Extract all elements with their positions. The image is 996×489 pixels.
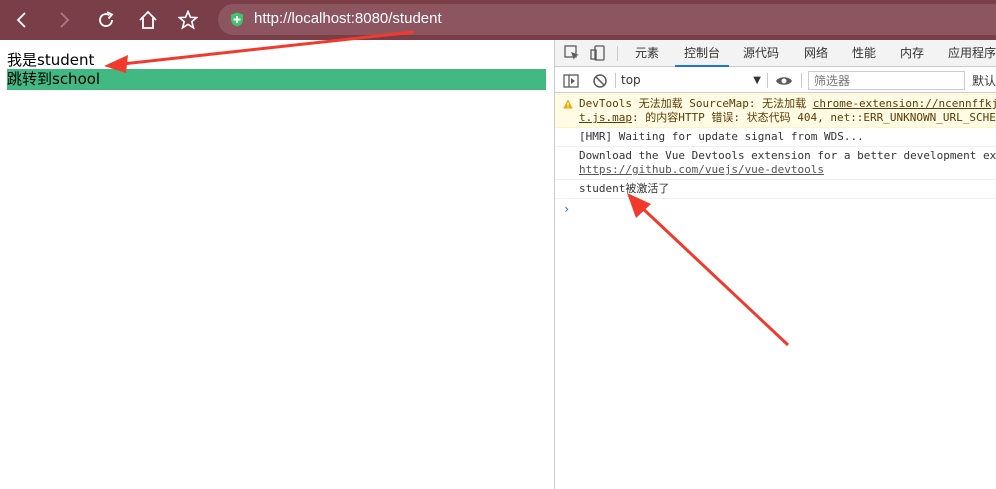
warning-line-1: DevTools 无法加载 SourceMap: 无法加载 chrome-ext… bbox=[579, 97, 996, 111]
bookmark-button[interactable] bbox=[174, 6, 202, 34]
forward-button[interactable] bbox=[50, 6, 78, 34]
device-toolbar-icon[interactable] bbox=[590, 45, 606, 61]
sourcemap-file-link[interactable]: t.js.map bbox=[579, 111, 632, 124]
warning-icon bbox=[563, 99, 573, 109]
tab-network[interactable]: 网络 bbox=[804, 40, 828, 67]
warning-error-text: : 的内容HTTP 错误: 状态代码 404, net::ERR_UNKNOWN… bbox=[631, 111, 996, 124]
browser-toolbar: http://localhost:8080/student bbox=[0, 0, 996, 40]
console-messages: DevTools 无法加载 SourceMap: 无法加载 chrome-ext… bbox=[555, 94, 996, 219]
reload-icon bbox=[99, 11, 114, 27]
url-text: http://localhost:8080/student bbox=[254, 10, 442, 27]
tab-performance[interactable]: 性能 bbox=[852, 40, 876, 67]
tab-console[interactable]: 控制台 bbox=[675, 40, 730, 67]
log-text: student被激活了 bbox=[579, 182, 670, 195]
devtools-tabbar: 元素 控制台 源代码 网络 性能 内存 应用程序 bbox=[555, 40, 996, 67]
context-selector[interactable]: top ▼ bbox=[621, 72, 761, 89]
home-button[interactable] bbox=[134, 6, 162, 34]
tab-elements[interactable]: 元素 bbox=[635, 40, 659, 67]
inspect-element-icon[interactable] bbox=[564, 45, 580, 61]
back-button[interactable] bbox=[8, 6, 36, 34]
home-icon bbox=[139, 10, 157, 29]
back-icon bbox=[16, 12, 26, 28]
toolbar-divider bbox=[767, 73, 768, 88]
context-value: top bbox=[621, 73, 641, 87]
log-levels-dropdown[interactable]: 默认 bbox=[972, 72, 996, 89]
prompt-chevron-icon: › bbox=[563, 202, 571, 216]
log-text: [HMR] Waiting for update signal from WDS… bbox=[579, 130, 864, 143]
school-router-link[interactable]: 跳转到school bbox=[7, 69, 546, 90]
console-log-activated: student被激活了 bbox=[555, 180, 996, 199]
warning-line-2: t.js.map: 的内容HTTP 错误: 状态代码 404, net::ERR… bbox=[579, 111, 996, 125]
page-title: 我是student bbox=[7, 51, 95, 69]
dropdown-arrow-icon: ▼ bbox=[753, 75, 761, 86]
page-viewport: 我是student 跳转到school bbox=[0, 40, 554, 489]
address-bar[interactable]: http://localhost:8080/student bbox=[218, 4, 996, 35]
star-icon bbox=[178, 10, 198, 30]
secure-shield-icon bbox=[231, 12, 243, 27]
console-warning: DevTools 无法加载 SourceMap: 无法加载 chrome-ext… bbox=[555, 94, 996, 128]
console-log-hmr: [HMR] Waiting for update signal from WDS… bbox=[555, 128, 996, 147]
console-log-vue-devtools: Download the Vue Devtools extension for … bbox=[555, 147, 996, 180]
sidebar-toggle-icon[interactable] bbox=[563, 73, 579, 89]
console-filter-input[interactable] bbox=[808, 71, 965, 90]
tab-application[interactable]: 应用程序 bbox=[948, 40, 996, 67]
reload-button[interactable] bbox=[92, 6, 120, 34]
tab-memory[interactable]: 内存 bbox=[900, 40, 924, 67]
devtools-panel: 元素 控制台 源代码 网络 性能 内存 应用程序 top ▼ 默认 DevToo… bbox=[554, 40, 996, 489]
toolbar-divider bbox=[615, 73, 616, 88]
forward-icon bbox=[60, 12, 70, 28]
eye-icon[interactable] bbox=[775, 73, 793, 89]
log-text: Download the Vue Devtools extension for … bbox=[579, 149, 996, 162]
console-prompt[interactable]: › bbox=[555, 199, 996, 219]
warning-text: DevTools 无法加载 SourceMap: 无法加载 bbox=[579, 97, 813, 110]
console-toolbar: top ▼ 默认 bbox=[555, 68, 996, 93]
toolbar-divider bbox=[617, 46, 618, 61]
sourcemap-link[interactable]: chrome-extension://ncennffkjdiamlpmcbajk… bbox=[813, 97, 996, 110]
clear-console-icon[interactable] bbox=[592, 73, 608, 89]
vue-devtools-link[interactable]: https://github.com/vuejs/vue-devtools bbox=[579, 163, 824, 176]
toolbar-divider bbox=[801, 73, 802, 88]
tab-sources[interactable]: 源代码 bbox=[743, 40, 779, 67]
